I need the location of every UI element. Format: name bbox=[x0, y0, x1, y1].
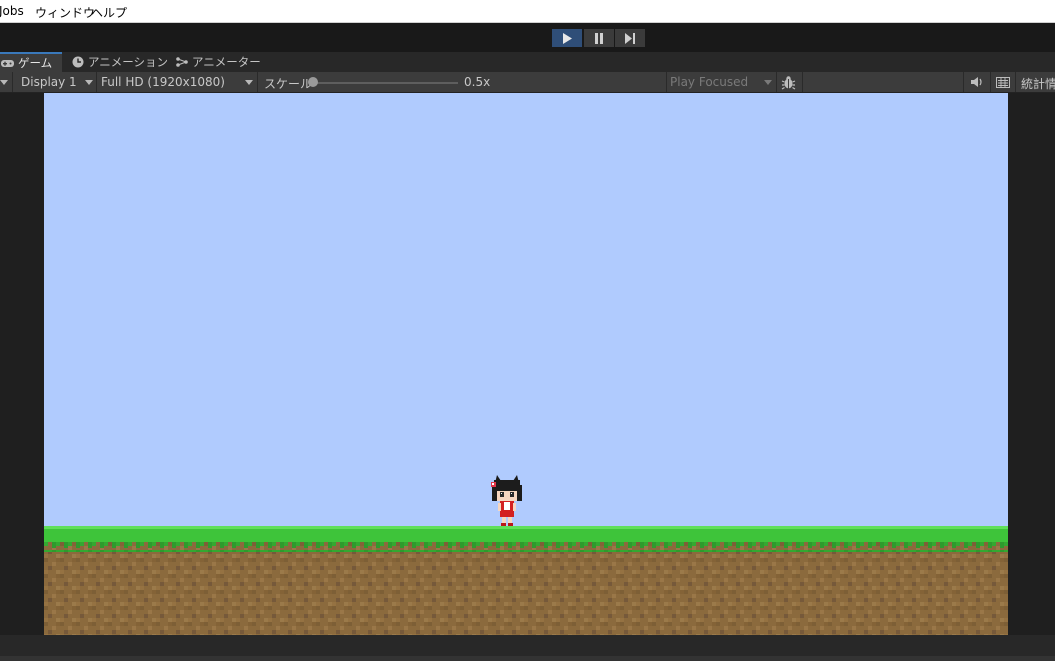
step-icon bbox=[625, 32, 635, 44]
clock-icon bbox=[72, 56, 84, 68]
player-character-sprite bbox=[491, 475, 522, 526]
divider bbox=[666, 72, 667, 92]
pause-icon bbox=[595, 32, 603, 44]
divider bbox=[963, 72, 964, 92]
divider bbox=[990, 72, 991, 92]
play-mode-dropdown[interactable]: Play Focused bbox=[670, 75, 748, 89]
keyboard-icon[interactable] bbox=[996, 77, 1010, 91]
scale-label: スケール bbox=[264, 77, 313, 91]
menu-item-jobs[interactable]: Jobs bbox=[0, 4, 24, 18]
display-dropdown[interactable]: Display 1 bbox=[21, 75, 77, 89]
play-button[interactable] bbox=[552, 29, 582, 47]
divider bbox=[1015, 72, 1016, 92]
scale-value: 0.5x bbox=[464, 75, 491, 89]
speaker-icon[interactable] bbox=[970, 76, 984, 91]
status-strip bbox=[0, 656, 1055, 661]
divider bbox=[776, 72, 777, 92]
tab-label: アニメーション bbox=[88, 55, 169, 69]
status-bar bbox=[0, 635, 1055, 661]
menu-bar: Jobs ウィンドウ ヘルプ bbox=[0, 0, 1055, 23]
chevron-down-icon[interactable] bbox=[85, 80, 93, 85]
chevron-down-icon[interactable] bbox=[245, 80, 253, 85]
divider bbox=[802, 72, 803, 92]
menu-item-window[interactable]: ウィンドウ bbox=[35, 4, 95, 21]
stats-button[interactable]: 統計情 bbox=[1021, 75, 1055, 92]
divider bbox=[12, 72, 13, 92]
game-view[interactable] bbox=[44, 93, 1008, 635]
play-toolbar bbox=[0, 23, 1055, 52]
tab-label: ゲーム bbox=[18, 56, 53, 70]
divider bbox=[96, 72, 97, 92]
chevron-down-icon[interactable] bbox=[0, 80, 8, 85]
game-toolbar: Display 1 Full HD (1920x1080) スケール 0.5x … bbox=[0, 72, 1055, 93]
chevron-down-icon[interactable] bbox=[764, 80, 772, 85]
scale-slider-thumb[interactable] bbox=[308, 77, 318, 87]
gamepad-icon bbox=[1, 59, 14, 68]
pause-button[interactable] bbox=[584, 29, 614, 47]
tab-bar: ゲーム アニメーション アニメーター bbox=[0, 52, 1055, 72]
step-button[interactable] bbox=[615, 29, 645, 47]
menu-item-help[interactable]: ヘルプ bbox=[91, 4, 127, 21]
tab-label: アニメーター bbox=[192, 55, 261, 69]
divider bbox=[257, 72, 258, 92]
animator-icon bbox=[176, 57, 188, 67]
play-icon bbox=[563, 32, 572, 44]
tab-animator[interactable]: アニメーター bbox=[176, 52, 261, 72]
resolution-dropdown[interactable]: Full HD (1920x1080) bbox=[101, 75, 225, 89]
ground-tiles bbox=[44, 526, 1008, 635]
tab-animation[interactable]: アニメーション bbox=[72, 52, 168, 72]
tab-game[interactable]: ゲーム bbox=[0, 52, 62, 72]
bug-icon[interactable] bbox=[781, 75, 796, 93]
scale-slider-track[interactable] bbox=[313, 82, 458, 84]
